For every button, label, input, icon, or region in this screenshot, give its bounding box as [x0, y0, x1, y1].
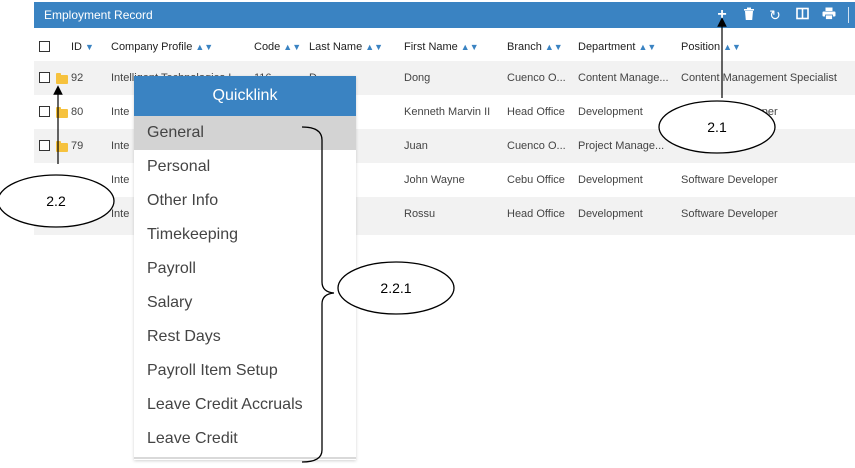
quicklink-menu: Quicklink General Personal Other Info Ti… — [134, 76, 356, 460]
folder-icon[interactable] — [56, 73, 68, 84]
cell-department: Development — [578, 208, 643, 220]
cell-first-name: Juan — [404, 140, 428, 152]
quicklink-item-rest-days[interactable]: Rest Days — [134, 320, 356, 354]
row-checkbox[interactable] — [39, 72, 50, 83]
cell-company: Inte — [111, 174, 130, 186]
cell-position: Software Developer — [681, 106, 778, 118]
sort-desc-icon: ▼ — [85, 42, 94, 52]
row-checkbox[interactable] — [39, 140, 50, 151]
sort-icon: ▲▼ — [195, 42, 214, 52]
screen: Employment Record + ↻ ID ▼ Company Profil… — [0, 0, 855, 468]
cell-company: Inte — [111, 208, 130, 220]
cell-id: 92 — [71, 72, 84, 84]
row-checkbox[interactable] — [39, 106, 50, 117]
quicklink-item-general[interactable]: General — [134, 116, 356, 150]
quicklink-item-payroll-item-setup[interactable]: Payroll Item Setup — [134, 354, 356, 388]
sort-icon: ▲▼ — [365, 42, 384, 52]
column-header-branch[interactable]: Branch ▲▼ — [507, 41, 563, 53]
plus-icon[interactable]: + — [715, 7, 729, 23]
quicklink-title: Quicklink — [134, 76, 356, 116]
cell-branch: Cuenco O... — [507, 72, 566, 84]
cell-first-name: John Wayne — [404, 174, 465, 186]
sort-icon: ▲▼ — [544, 42, 563, 52]
quicklink-item-leave-credit-accruals[interactable]: Leave Credit Accruals — [134, 388, 356, 422]
trash-icon[interactable] — [742, 7, 756, 23]
cell-company: Inte — [111, 106, 130, 118]
cell-department: Development — [578, 106, 643, 118]
cell-first-name: Kenneth Marvin II — [404, 106, 491, 118]
cell-branch: Head Office — [507, 106, 565, 118]
cell-position: Software Developer — [681, 208, 778, 220]
quicklink-item-leave-credit[interactable]: Leave Credit — [134, 422, 356, 456]
page-title: Employment Record — [44, 8, 153, 22]
cell-branch: Cuenco O... — [507, 140, 566, 152]
quicklink-item-timekeeping[interactable]: Timekeeping — [134, 218, 356, 252]
cell-branch: Cebu Office — [507, 174, 565, 186]
toolbar-divider — [848, 7, 849, 23]
sort-icon: ▲▼ — [283, 42, 302, 52]
cell-branch: Head Office — [507, 208, 565, 220]
column-header-position[interactable]: Position ▲▼ — [681, 41, 741, 53]
cell-department: Project Manage... — [578, 140, 665, 152]
cell-position: Content Management Specialist — [681, 72, 837, 84]
sort-icon: ▲▼ — [723, 42, 741, 52]
quicklink-item-personal[interactable]: Personal — [134, 150, 356, 184]
cell-first-name: Rossu — [404, 208, 436, 220]
cell-id: 80 — [71, 106, 84, 118]
cell-department: Content Manage... — [578, 72, 669, 84]
column-header-first-name[interactable]: First Name ▲▼ — [404, 41, 479, 53]
select-all-checkbox[interactable] — [39, 41, 50, 52]
annotation-label-2-2-1: 2.2.1 — [380, 280, 411, 296]
refresh-icon[interactable]: ↻ — [768, 7, 782, 23]
menu-divider — [134, 457, 356, 459]
column-header-last-name[interactable]: Last Name ▲▼ — [309, 41, 383, 53]
quicklink-item-other-info[interactable]: Other Info — [134, 184, 356, 218]
column-header-code[interactable]: Code ▲▼ — [254, 41, 301, 53]
folder-icon[interactable] — [56, 107, 68, 118]
column-header-company-profile[interactable]: Company Profile ▲▼ — [111, 41, 213, 53]
folder-icon[interactable] — [56, 141, 68, 152]
cell-department: Development — [578, 174, 643, 186]
cell-id: 79 — [71, 140, 84, 152]
table-header: ID ▼ Company Profile ▲▼ Code ▲▼ Last Name ▲▼… — [34, 30, 855, 64]
cell-first-name: Dong — [404, 72, 431, 84]
employment-record-header: Employment Record + ↻ — [34, 2, 855, 28]
print-icon[interactable] — [822, 7, 836, 23]
cell-position: Software Developer — [681, 174, 778, 186]
column-header-department[interactable]: Department ▲▼ — [578, 41, 656, 53]
cell-company: Inte — [111, 140, 130, 152]
quicklink-item-salary[interactable]: Salary — [134, 286, 356, 320]
column-header-id[interactable]: ID ▼ — [71, 41, 94, 53]
quicklink-item-payroll[interactable]: Payroll — [134, 252, 356, 286]
sort-icon: ▲▼ — [638, 42, 657, 52]
columns-icon[interactable] — [795, 7, 809, 23]
sort-icon: ▲▼ — [460, 42, 479, 52]
